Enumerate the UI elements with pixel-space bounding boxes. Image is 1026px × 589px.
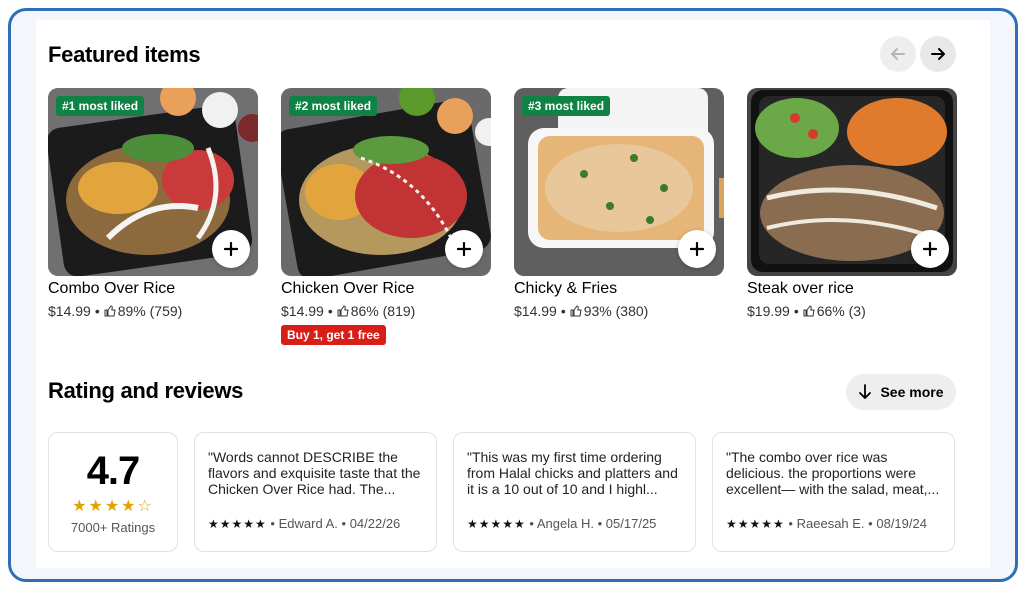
add-to-cart-button[interactable] bbox=[445, 230, 483, 268]
meta-separator: • bbox=[560, 303, 566, 319]
food-photo bbox=[747, 88, 957, 276]
review-card[interactable]: "This was my first time ordering from Ha… bbox=[453, 432, 696, 552]
rating-stars: ★★★★☆ bbox=[72, 498, 154, 515]
thumbs-up-icon bbox=[337, 305, 349, 317]
most-liked-badge: #3 most liked bbox=[522, 96, 611, 116]
review-author: Raeesah E. bbox=[796, 516, 865, 531]
item-price: $14.99 bbox=[48, 303, 91, 319]
meta-separator: • bbox=[327, 303, 333, 319]
featured-item-card[interactable]: #3 most liked Chicky & Fries $14.99 • 93… bbox=[514, 88, 724, 319]
add-to-cart-button[interactable] bbox=[678, 230, 716, 268]
item-meta: $14.99 • 89% (759) bbox=[48, 303, 258, 319]
featured-items-title: Featured items bbox=[48, 42, 201, 67]
meta-separator: • bbox=[270, 516, 275, 531]
item-name: Combo Over Rice bbox=[48, 280, 176, 297]
food-photo: #2 most liked bbox=[281, 88, 491, 276]
item-name: Chicky & Fries bbox=[514, 280, 618, 297]
see-more-label: See more bbox=[880, 384, 944, 400]
rating-count: 7000+ Ratings bbox=[70, 520, 156, 535]
review-footer: ★★★★★ • Raeesah E. • 08/19/24 bbox=[726, 516, 942, 531]
overall-rating-card: 4.7 ★★★★☆ 7000+ Ratings bbox=[48, 432, 178, 552]
review-author: Angela H. bbox=[536, 516, 594, 531]
item-rating: 66% (3) bbox=[816, 303, 866, 319]
item-price: $14.99 bbox=[514, 303, 557, 319]
review-stars: ★★★★★ bbox=[467, 517, 526, 531]
review-author: Edward A. bbox=[278, 516, 338, 531]
food-photo: #3 most liked bbox=[514, 88, 724, 276]
item-price: $14.99 bbox=[281, 303, 324, 319]
review-footer: ★★★★★ • Edward A. • 04/22/26 bbox=[208, 516, 424, 531]
see-more-button[interactable]: See more bbox=[846, 374, 956, 410]
arrow-left-icon bbox=[891, 48, 905, 60]
plus-icon bbox=[457, 242, 471, 256]
review-text: "This was my first time ordering from Ha… bbox=[467, 449, 678, 497]
meta-separator: • bbox=[788, 516, 793, 531]
meta-separator: • bbox=[529, 516, 534, 531]
item-price: $19.99 bbox=[747, 303, 790, 319]
review-card[interactable]: "The combo over rice was delicious. the … bbox=[712, 432, 955, 552]
meta-separator: • bbox=[341, 516, 347, 531]
item-rating: 86% (819) bbox=[350, 303, 416, 319]
meta-separator: • bbox=[868, 516, 873, 531]
arrow-down-icon bbox=[859, 384, 872, 399]
item-name: Steak over rice bbox=[747, 280, 854, 297]
carousel-next-button[interactable] bbox=[920, 36, 956, 72]
plus-icon bbox=[224, 242, 238, 256]
item-meta: $14.99 • 93% (380) bbox=[514, 303, 724, 319]
thumbs-up-icon bbox=[803, 305, 815, 317]
item-name: Chicken Over Rice bbox=[281, 280, 415, 297]
item-rating: 89% (759) bbox=[117, 303, 183, 319]
food-photo: #1 most liked bbox=[48, 88, 258, 276]
rating-and-reviews-title: Rating and reviews bbox=[48, 378, 244, 403]
review-stars: ★★★★★ bbox=[208, 517, 267, 531]
review-footer: ★★★★★ • Angela H. • 05/17/25 bbox=[467, 516, 683, 531]
thumbs-up-icon bbox=[104, 305, 116, 317]
item-meta: $19.99 • 66% (3) bbox=[747, 303, 957, 319]
item-rating: 93% (380) bbox=[583, 303, 649, 319]
review-text: "The combo over rice was delicious. the … bbox=[726, 449, 940, 497]
arrow-right-icon bbox=[931, 48, 945, 60]
promo-badge: Buy 1, get 1 free bbox=[281, 325, 386, 345]
featured-item-card[interactable]: #1 most liked Combo Over Rice $14.99 • 8… bbox=[48, 88, 258, 319]
add-to-cart-button[interactable] bbox=[911, 230, 949, 268]
featured-item-card[interactable]: Steak over rice $19.99 • 66% (3) bbox=[747, 88, 957, 319]
meta-separator: • bbox=[94, 303, 100, 319]
review-text: "Words cannot DESCRIBE the flavors and e… bbox=[208, 449, 421, 497]
review-date: 08/19/24 bbox=[876, 516, 927, 531]
rating-score: 4.7 bbox=[86, 449, 141, 493]
review-date: 05/17/25 bbox=[605, 516, 657, 531]
meta-separator: • bbox=[793, 303, 799, 319]
featured-item-card[interactable]: #2 most liked Chicken Over Rice $14.99 •… bbox=[281, 88, 491, 345]
carousel-prev-button[interactable] bbox=[880, 36, 916, 72]
plus-icon bbox=[690, 242, 704, 256]
item-meta: $14.99 • 86% (819) bbox=[281, 303, 491, 319]
review-date: 04/22/26 bbox=[349, 516, 401, 531]
review-card[interactable]: "Words cannot DESCRIBE the flavors and e… bbox=[194, 432, 437, 552]
add-to-cart-button[interactable] bbox=[212, 230, 250, 268]
review-stars: ★★★★★ bbox=[726, 517, 785, 531]
most-liked-badge: #2 most liked bbox=[289, 96, 378, 116]
meta-separator: • bbox=[597, 516, 603, 531]
thumbs-up-icon bbox=[570, 305, 582, 317]
plus-icon bbox=[923, 242, 937, 256]
most-liked-badge: #1 most liked bbox=[56, 96, 145, 116]
